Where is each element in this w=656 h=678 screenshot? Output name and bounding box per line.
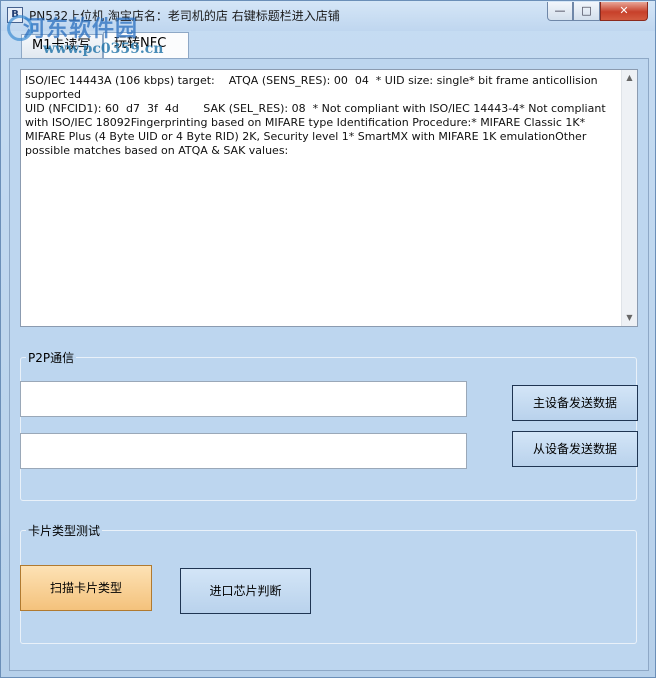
title-bar[interactable]: B PN532上位机 淘宝店名：老司机的店 右键标题栏进入店铺 — □ ✕ [1, 1, 655, 31]
scroll-down-icon[interactable]: ▼ [622, 310, 637, 326]
log-scrollbar[interactable]: ▲ ▼ [621, 70, 637, 326]
window-title: PN532上位机 淘宝店名：老司机的店 右键标题栏进入店铺 [29, 9, 340, 23]
app-window: B PN532上位机 淘宝店名：老司机的店 右键标题栏进入店铺 — □ ✕ M1… [0, 0, 656, 678]
master-send-button[interactable]: 主设备发送数据 [512, 385, 638, 421]
minimize-button[interactable]: — [547, 2, 573, 21]
maximize-button[interactable]: □ [573, 2, 600, 21]
tab-nfc[interactable]: 玩转NFC [103, 32, 189, 58]
log-textarea[interactable]: ISO/IEC 14443A (106 kbps) target: ATQA (… [20, 69, 638, 327]
scan-card-type-button[interactable]: 扫描卡片类型 [20, 565, 152, 611]
card-test-group-title: 卡片类型测试 [26, 522, 103, 539]
app-icon[interactable]: B [7, 7, 23, 23]
slave-send-button[interactable]: 从设备发送数据 [512, 431, 638, 467]
log-text: ISO/IEC 14443A (106 kbps) target: ATQA (… [25, 74, 606, 157]
p2p-group-title: P2P通信 [26, 349, 77, 366]
tab-m1-card[interactable]: M1卡读写 [21, 34, 103, 58]
scroll-up-icon[interactable]: ▲ [622, 70, 637, 86]
p2p-input-master[interactable] [20, 381, 467, 417]
nfc-tab-panel: ISO/IEC 14443A (106 kbps) target: ATQA (… [9, 58, 649, 671]
close-button[interactable]: ✕ [600, 2, 648, 21]
p2p-group [20, 357, 637, 501]
p2p-input-slave[interactable] [20, 433, 467, 469]
import-chip-check-button[interactable]: 进口芯片判断 [180, 568, 311, 614]
